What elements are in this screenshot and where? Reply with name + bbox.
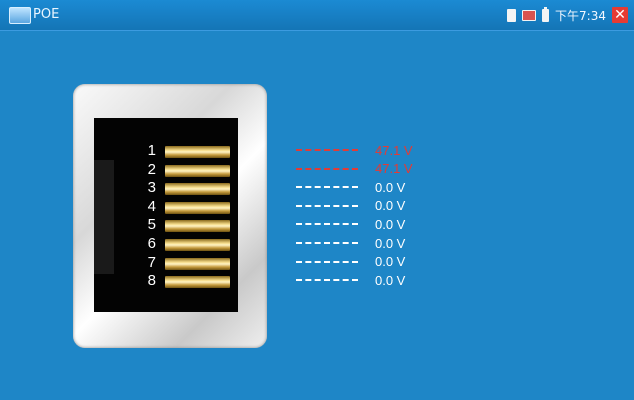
pin-number: 2 [147,160,156,178]
voltage-value: 47.1 V [375,161,413,177]
voltage-value: 0.0 V [375,179,406,195]
pin-number: 4 [147,197,156,215]
pin-contact [165,276,230,289]
dashed-line [296,260,358,263]
dashed-line [296,186,358,189]
voltage-row: 47.1 V [296,160,413,178]
dashed-line [296,242,358,244]
pin-number: 6 [147,235,156,252]
pin-number: 5 [147,216,156,234]
pin-contact [165,201,230,214]
voltage-value: 0.0 V [375,216,406,232]
dashed-line [296,204,358,207]
voltage-value: 0.0 V [375,272,406,288]
dashed-line [296,223,358,226]
voltage-row: 0.0 V [296,178,405,196]
pin-contact [165,239,230,251]
network-icon [522,9,537,21]
dashed-line [296,279,358,282]
voltage-row: 0.0 V [296,215,405,233]
voltage-value: 0.0 V [375,235,406,251]
pin-number: 3 [147,179,156,197]
pin-number: 8 [147,272,156,290]
socket-notch [94,160,114,274]
app-title: POE [33,7,60,22]
status-area: 下午7:34 ✕ [507,5,628,25]
pin-contact [165,146,230,158]
poe-app-icon [9,7,31,24]
voltage-row: 0.0 V [296,253,405,271]
pin-number: 7 [147,253,156,271]
dashed-line [296,167,358,170]
voltage-value: 47.1 V [375,142,413,158]
battery-icon [542,6,550,22]
voltage-row: 0.0 V [296,197,405,215]
voltage-value: 0.0 V [375,198,406,214]
pin-contact [165,220,230,233]
voltage-row: 47.1 V [296,141,413,159]
voltage-value: 0.0 V [375,254,406,270]
voltage-row: 0.0 V [296,271,405,289]
close-icon[interactable]: ✕ [612,7,628,23]
title-bar: POE 下午7:34 ✕ [0,0,634,31]
pin-contact [165,257,230,270]
pin-contact [165,164,230,177]
clock: 下午7:34 [555,8,606,23]
voltage-row: 0.0 V [296,234,405,252]
dashed-line [296,149,358,151]
pin-contact [165,183,230,196]
sd-card-icon [507,8,517,22]
pin-number: 1 [147,142,156,159]
